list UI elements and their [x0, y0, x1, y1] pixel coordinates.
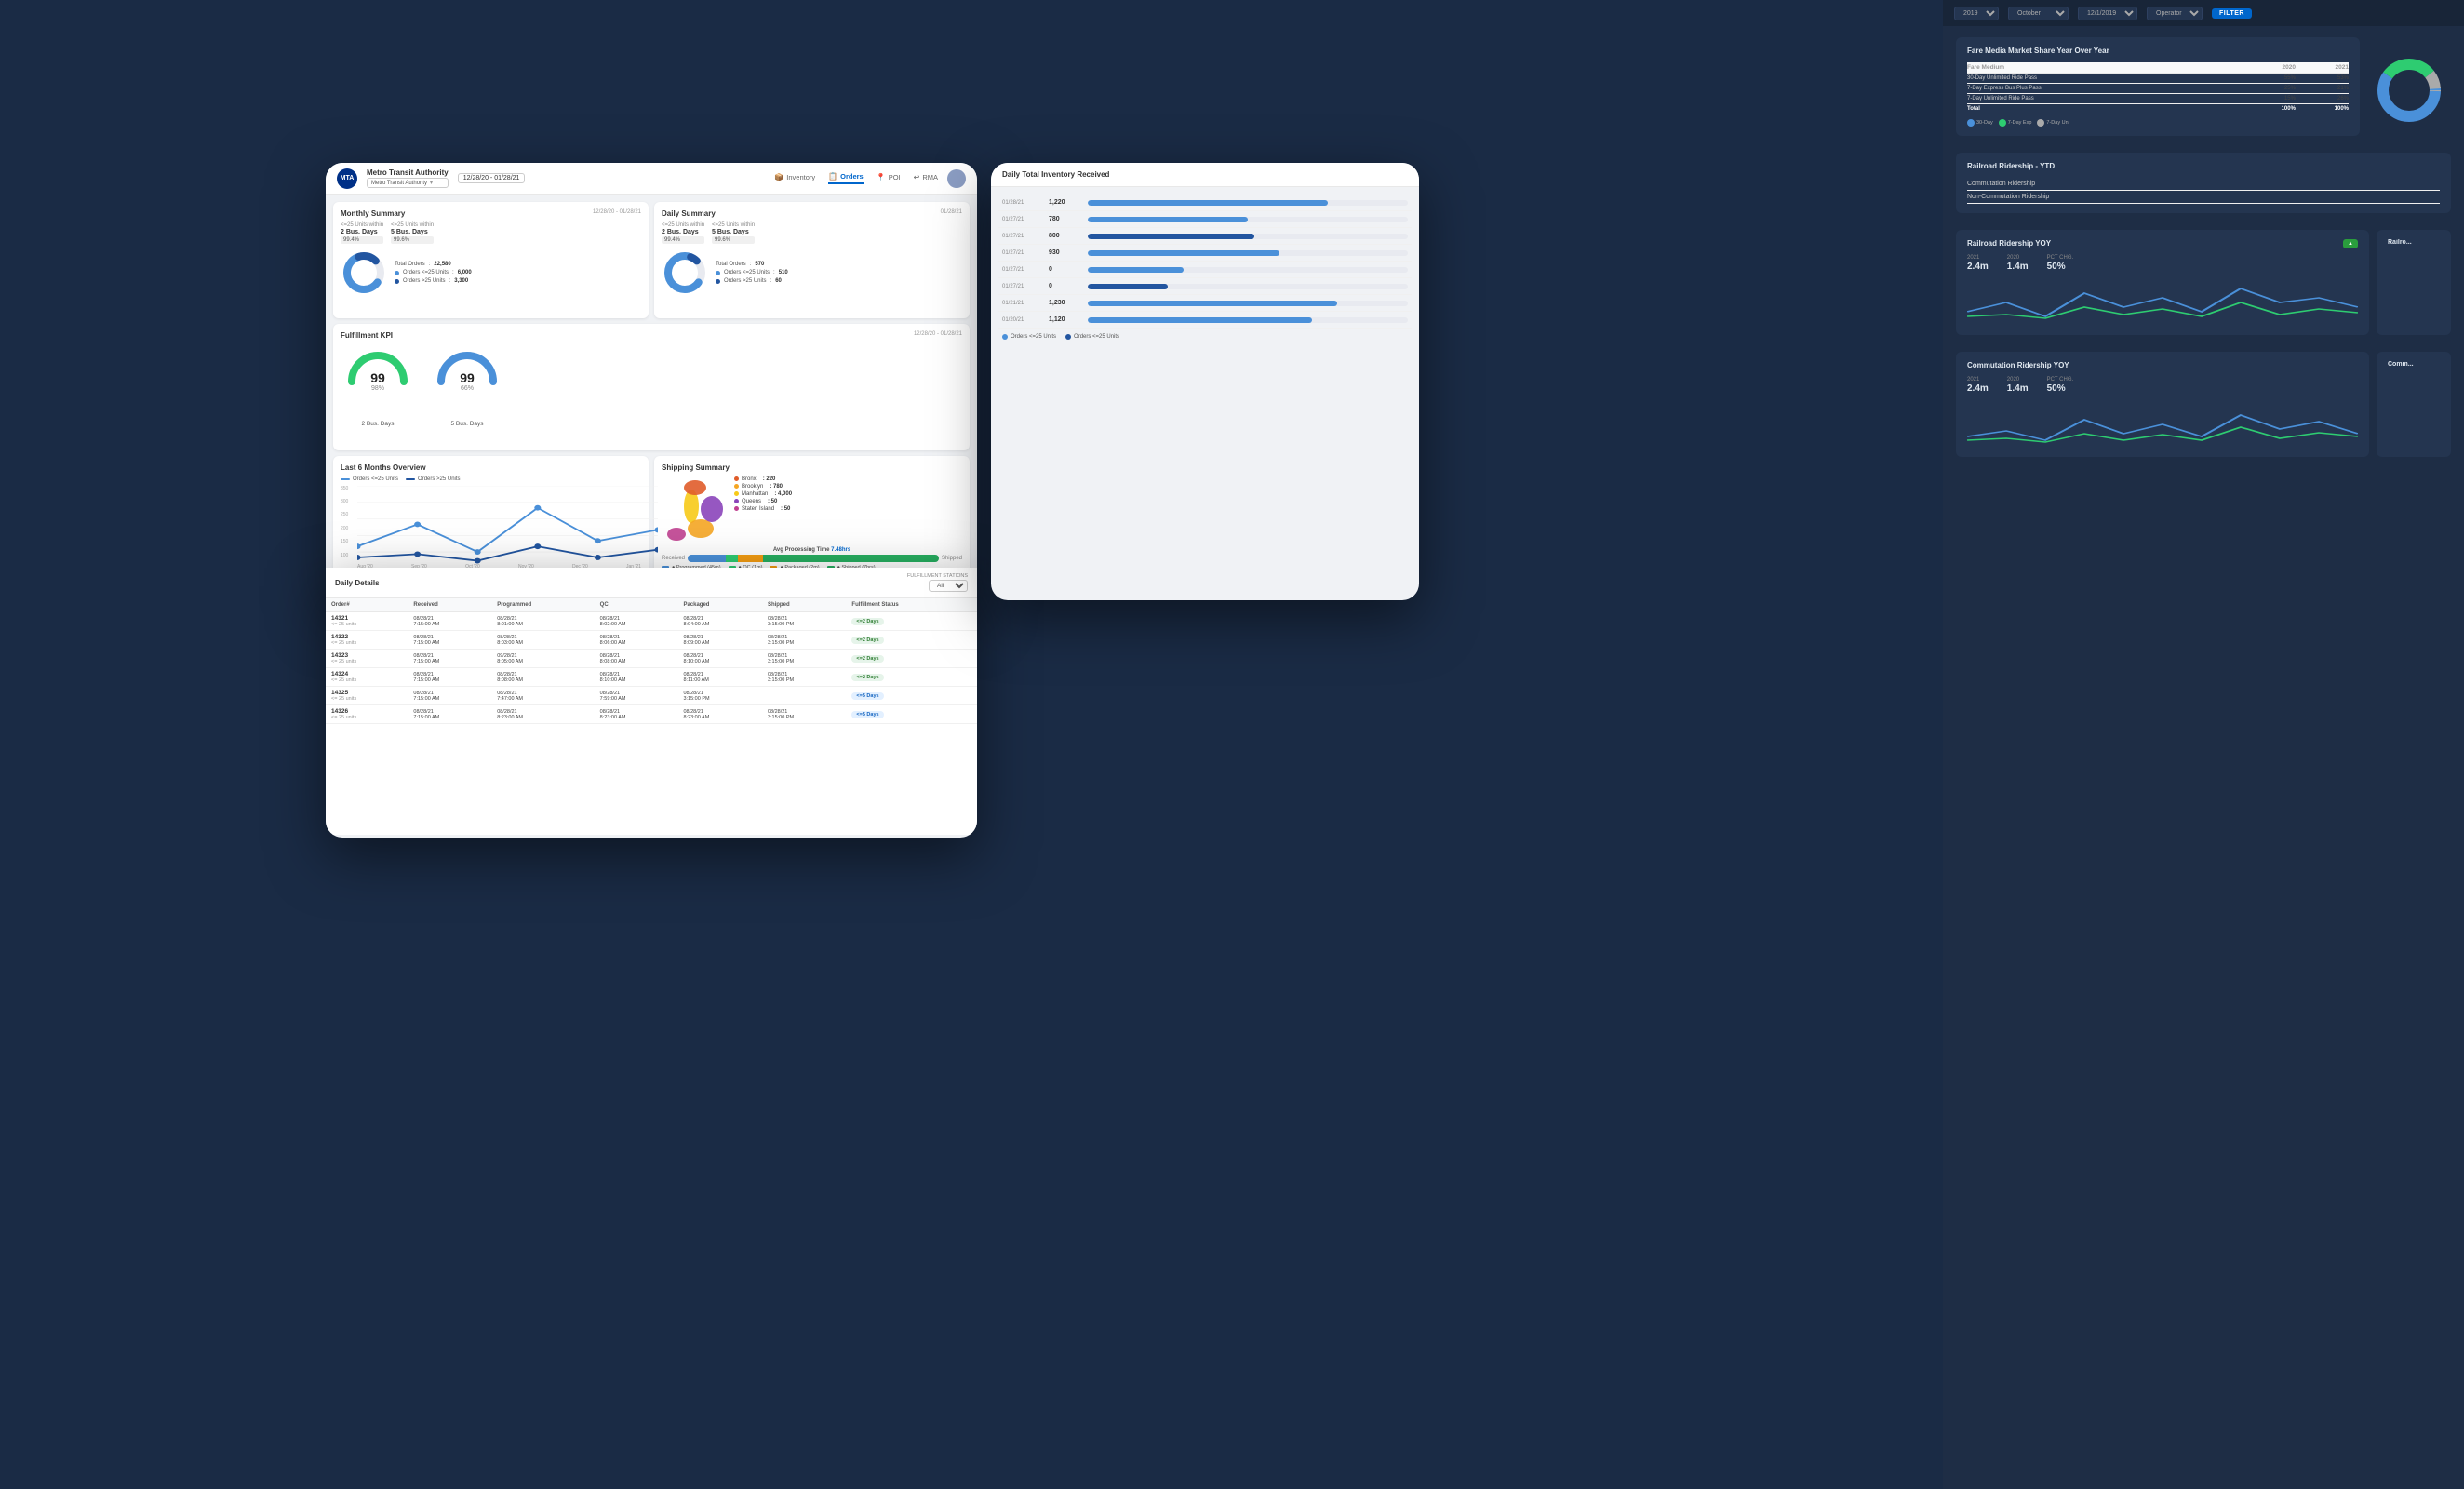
date-range[interactable]: 12/28/20 - 01/28/21 [458, 173, 526, 183]
operator-selector[interactable]: Operator [2147, 7, 2203, 20]
station-label: FULFILLMENT STATIONS [907, 573, 968, 579]
commutation-yoy-sparkline [1967, 401, 2358, 448]
table-row: 14326<= 25 units 08/28/21 7:15:00 AM 08/… [326, 705, 977, 724]
daily-details-table: Order# Received Programmed QC Packaged S… [326, 598, 977, 724]
railroad-ytd-section: Railroad Ridership - YTD Commutation Rid… [1943, 153, 2464, 230]
inventory-row: 01/27/21 0 [998, 262, 1412, 278]
shipping-inner: Bronx: 220 Brooklyn: 780 Manhattan: 4,00… [662, 476, 962, 542]
daily-summary-title: Daily Summary 01/28/21 [662, 209, 962, 218]
inventory-row: 01/20/21 1,120 [998, 312, 1412, 329]
kpi-gauge-1: 99 98% 2 Bus. Days [341, 344, 415, 427]
shipping-legend: Bronx: 220 Brooklyn: 780 Manhattan: 4,00… [734, 476, 792, 542]
date-selector[interactable]: 12/1/2019 [2078, 7, 2137, 20]
inventory-row: 01/28/21 1,220 [998, 195, 1412, 211]
kpi-gauge-2: 99 66% 5 Bus. Days [430, 344, 504, 427]
right-toolbar: 201920202021 OctoberNovemberDecember 12/… [1943, 0, 2464, 26]
inventory-row: 01/27/21 800 [998, 228, 1412, 245]
fare-media-title: Fare Media Market Share Year Over Year [1967, 47, 2349, 55]
monthly-summary-card: Monthly Summary 12/28/20 - 01/28/21 <=25… [333, 202, 649, 318]
commutation-yoy-title-2: Comm... [2388, 361, 2440, 368]
main-tablet: MTA Metro Transit Authority Metro Transi… [326, 163, 977, 600]
daily-details-table-wrap: Order# Received Programmed QC Packaged S… [326, 598, 977, 835]
fare-media-section: Fare Media Market Share Year Over Year F… [1943, 26, 2464, 153]
daily-legend: Total Orders : 570 Orders <=25 Units : 5… [716, 262, 788, 284]
railroad-yoy-title: Railroad Ridership YOY [1967, 239, 2358, 248]
month-selector[interactable]: OctoberNovemberDecember [2008, 7, 2069, 20]
fare-donut-wrap [2367, 37, 2451, 143]
table-row: 14323<= 25 units 08/28/21 7:15:00 AM 09/… [326, 650, 977, 668]
y-axis: 350300250200150100 [341, 486, 348, 558]
nyc-map [662, 476, 727, 542]
six-months-chart: 350300250200150100 [341, 486, 641, 570]
pct-badge: ▲ [2343, 239, 2358, 248]
filter-button[interactable]: FILTER [2212, 8, 2252, 19]
tablet-body: Monthly Summary 12/28/20 - 01/28/21 <=25… [326, 195, 977, 600]
shipping-summary-title: Shipping Summary [662, 463, 962, 472]
monthly-donut [341, 249, 387, 296]
inventory-row: 01/27/21 0 [998, 278, 1412, 295]
tablet-header: MTA Metro Transit Authority Metro Transi… [326, 163, 977, 195]
inventory-received-panel: Daily Total Inventory Received 01/28/21 … [991, 163, 1419, 600]
inventory-row: 01/27/21 780 [998, 211, 1412, 228]
commutation-yoy-card: Commutation Ridership YOY 2021 2.4m 2020… [1956, 352, 2369, 457]
kpi-gauges: 99 98% 2 Bus. Days [341, 344, 962, 427]
tab-orders[interactable]: 📋 Orders [828, 172, 864, 184]
nav-tabs: 📦 Inventory 📋 Orders 📍 POI ↩ RMA [774, 172, 938, 184]
table-row: 14324<= 25 units 08/28/21 7:15:00 AM 08/… [326, 668, 977, 687]
daily-summary-card: Daily Summary 01/28/21 <=25 Units within… [654, 202, 970, 318]
commutation-yoy-title: Commutation Ridership YOY [1967, 361, 2358, 369]
tab-poi[interactable]: 📍 POI [877, 173, 901, 183]
tab-inventory[interactable]: 📦 Inventory [774, 173, 815, 183]
fulfillment-kpi-card: Fulfillment KPI 12/28/20 - 01/28/21 [333, 324, 970, 449]
lower-tablet: Daily Details FULFILLMENT STATIONS All O… [326, 568, 977, 838]
col-shipped: Shipped [762, 598, 846, 612]
inventory-legend: Orders <=25 Units Orders <=25 Units [998, 329, 1412, 342]
user-avatar[interactable] [947, 169, 966, 188]
kpi-title: Fulfillment KPI 12/28/20 - 01/28/21 [341, 331, 962, 340]
daily-details-header: Daily Details FULFILLMENT STATIONS All [326, 568, 977, 598]
railroad-ytd-title: Railroad Ridership - YTD [1967, 162, 2440, 170]
table-row: 14322<= 25 units 08/28/21 7:15:00 AM 08/… [326, 631, 977, 650]
monthly-summary-title: Monthly Summary 12/28/20 - 01/28/21 [341, 209, 641, 218]
col-packaged: Packaged [677, 598, 761, 612]
table-row: 14325<= 25 units 08/28/21 7:15:00 AM 08/… [326, 687, 977, 705]
railroad-yoy-card-2: Railro... [2377, 230, 2451, 335]
table-row: 14321<= 25 units 08/28/21 7:15:00 AM 08/… [326, 612, 977, 631]
col-order: Order# [326, 598, 408, 612]
inventory-header: Daily Total Inventory Received [991, 163, 1419, 187]
tab-rma[interactable]: ↩ RMA [914, 173, 938, 183]
ridership-table: Commutation Ridership Non-Commutation Ri… [1967, 178, 2440, 204]
org-name: Metro Transit Authority [367, 168, 449, 177]
inventory-body: 01/28/21 1,220 01/27/21 780 01/27/21 800… [991, 187, 1419, 589]
inventory-row: 01/27/21 930 [998, 245, 1412, 262]
col-received: Received [408, 598, 491, 612]
fare-table: Fare Medium 2020 2021 30-Day Unlimited R… [1967, 62, 2349, 114]
railroad-yoy-sparkline [1967, 279, 2358, 326]
daily-donut [662, 249, 708, 296]
col-status: Fulfillment Status [846, 598, 977, 612]
monthly-legend: Total Orders : 22,580 Orders <=25 Units … [395, 262, 472, 284]
inventory-row: 01/21/21 1,230 [998, 295, 1412, 312]
col-programmed: Programmed [491, 598, 594, 612]
railroad-yoy-section: Railroad Ridership YOY 2021 2.4m 2020 1.… [1943, 230, 2464, 352]
inventory-title: Daily Total Inventory Received [1002, 170, 1109, 179]
commutation-yoy-card-2: Comm... [2377, 352, 2451, 457]
mta-logo: MTA [337, 168, 357, 189]
right-panel: 201920202021 OctoberNovemberDecember 12/… [1943, 0, 2464, 1489]
railroad-ytd-card: Railroad Ridership - YTD Commutation Rid… [1956, 153, 2451, 213]
six-months-legend: Orders <=25 Units Orders >25 Units [341, 476, 641, 482]
railroad-yoy-card: Railroad Ridership YOY 2021 2.4m 2020 1.… [1956, 230, 2369, 335]
commutation-yoy-section: Commutation Ridership YOY 2021 2.4m 2020… [1943, 352, 2464, 474]
six-months-title: Last 6 Months Overview [341, 463, 641, 472]
year-selector[interactable]: 201920202021 [1954, 7, 1999, 20]
col-qc: QC [595, 598, 678, 612]
fare-media-card: Fare Media Market Share Year Over Year F… [1956, 37, 2360, 136]
railroad-yoy-title-2: Railro... [2388, 239, 2440, 246]
station-selector[interactable]: All [929, 580, 968, 592]
org-selector[interactable]: Metro Transit Authority ▾ [367, 178, 449, 188]
daily-details-title: Daily Details [335, 579, 380, 587]
